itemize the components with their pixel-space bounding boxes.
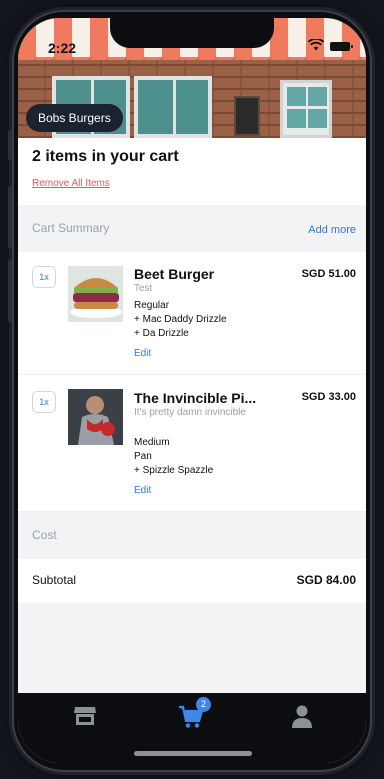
- item-option: Medium: [134, 437, 170, 448]
- cart-summary-label: Cart Summary: [32, 221, 110, 235]
- menu-board-graphic: [234, 96, 260, 136]
- beet-burger-image: [68, 266, 123, 322]
- mute-switch: [8, 130, 12, 160]
- subtotal-value: SGD 84.00: [296, 573, 356, 587]
- item-option: Regular: [134, 300, 170, 311]
- cart-item[interactable]: 1x Beet Burger SGD 51.00 Test Regular + …: [18, 252, 366, 375]
- app-screen: Bobs Burgers 2:22 2 items in your cart R…: [18, 18, 366, 763]
- add-more-button[interactable]: Add more: [308, 224, 356, 236]
- volume-down-button: [8, 260, 12, 322]
- item-description: Test: [134, 283, 153, 294]
- remove-all-items-link[interactable]: Remove All Items: [32, 178, 110, 189]
- tab-store[interactable]: [73, 705, 103, 731]
- item-option: + Mac Daddy Drizzle: [134, 314, 227, 325]
- quantity-button[interactable]: 1x: [32, 391, 56, 413]
- tab-cart[interactable]: 2: [178, 697, 211, 733]
- shop-window: [134, 76, 212, 138]
- edit-item-button[interactable]: Edit: [134, 485, 151, 496]
- cart-item[interactable]: 1x The Invincible Pi... SGD 33.00 It's p…: [18, 375, 366, 512]
- item-option: Pan: [134, 451, 152, 462]
- cost-header: Cost: [18, 512, 366, 559]
- status-time: 2:22: [48, 40, 77, 56]
- volume-up-button: [8, 186, 12, 248]
- home-indicator[interactable]: [134, 751, 252, 756]
- tab-bar: 2: [18, 693, 366, 763]
- item-name: The Invincible Pi...: [134, 390, 257, 406]
- cart-item-count-title: 2 items in your cart: [32, 148, 179, 165]
- wifi-icon: [307, 38, 325, 56]
- store-icon: [73, 707, 97, 731]
- item-price: SGD 51.00: [301, 268, 356, 280]
- item-option: + Da Drizzle: [134, 328, 189, 339]
- cost-label: Cost: [32, 528, 57, 542]
- empty-area: [18, 603, 366, 693]
- cart-count-badge: 2: [196, 697, 211, 712]
- battery-icon: [330, 42, 353, 51]
- subtotal-label: Subtotal: [32, 573, 77, 587]
- subtotal-row: Subtotal SGD 84.00: [18, 559, 366, 603]
- item-option: + Spizzle Spazzle: [134, 465, 214, 476]
- quantity-button[interactable]: 1x: [32, 266, 56, 288]
- store-name-badge: Bobs Burgers: [26, 104, 123, 132]
- item-price: SGD 33.00: [301, 391, 356, 403]
- tab-profile[interactable]: [291, 705, 321, 731]
- status-bar: 2:22: [18, 18, 366, 58]
- item-description: It's pretty damn invincible: [134, 407, 246, 418]
- shopping-cart-icon: [178, 705, 204, 733]
- item-name: Beet Burger: [134, 266, 215, 282]
- edit-item-button[interactable]: Edit: [134, 348, 151, 359]
- cart-summary-header: Cart Summary Add more: [18, 205, 366, 252]
- shop-door: [280, 80, 332, 138]
- invincible-pizza-image: [68, 389, 123, 445]
- user-icon: [291, 705, 313, 733]
